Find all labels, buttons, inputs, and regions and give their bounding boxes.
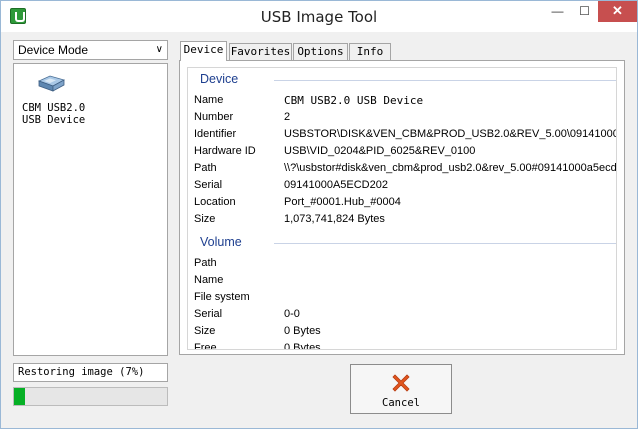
usb-drive-icon: [37, 75, 66, 92]
volume-path-label: Path: [194, 257, 217, 269]
device-list[interactable]: CBM USB2.0 USB Device: [13, 63, 168, 356]
tab-options[interactable]: Options: [293, 43, 348, 60]
device-hardware-id-label: Hardware ID: [194, 145, 256, 157]
device-name-label: Name: [194, 94, 224, 106]
title-bar[interactable]: USB Image Tool — ☐ ✕: [1, 1, 637, 32]
device-size-value: 1,073,741,824 Bytes: [284, 213, 385, 225]
chevron-down-icon: ∨: [155, 44, 163, 55]
close-button[interactable]: ✕: [598, 1, 637, 22]
tab-info[interactable]: Info: [349, 43, 391, 60]
volume-size-label: Size: [194, 325, 216, 337]
device-path-label: Path: [194, 162, 217, 174]
volume-serial-value: 0-0: [284, 308, 300, 320]
details-scroll-area[interactable]: Device Name CBM USB2.0 USB Device Number…: [187, 67, 617, 350]
cancel-button[interactable]: Cancel: [350, 364, 452, 414]
device-size-label: Size: [194, 213, 216, 225]
device-serial-value: 09141000A5ECD202: [284, 179, 388, 191]
device-number-label: Number: [194, 111, 234, 123]
volume-free-value: 0 Bytes: [284, 342, 321, 350]
status-text: Restoring image (7%): [13, 363, 168, 382]
cancel-button-label: Cancel: [382, 397, 420, 409]
mode-select-value: Device Mode: [18, 43, 89, 57]
device-hardware-id-value: USB\VID_0204&PID_6025&REV_0100: [284, 145, 476, 157]
progress-fill: [14, 388, 25, 405]
device-number-value: 2: [284, 111, 291, 123]
minimize-button[interactable]: —: [544, 1, 571, 22]
volume-name-label: Name: [194, 274, 224, 286]
tab-device[interactable]: Device: [180, 41, 227, 61]
volume-size-value: 0 Bytes: [284, 325, 321, 337]
volume-free-label: Free: [194, 342, 217, 350]
app-window: USB Image Tool — ☐ ✕ Device Mode ∨ CBM U…: [0, 0, 638, 429]
device-location-label: Location: [194, 196, 236, 208]
tab-favorites[interactable]: Favorites: [229, 43, 292, 60]
section-divider: [274, 243, 616, 244]
device-location-value: Port_#0001.Hub_#0004: [284, 196, 401, 208]
volume-file-system-label: File system: [194, 291, 250, 303]
device-identifier-value: USBSTOR\DISK&VEN_CBM&PROD_USB2.0&REV_5.0…: [284, 128, 617, 140]
section-divider: [274, 80, 616, 81]
cancel-x-icon: [392, 374, 410, 392]
window-title: USB Image Tool: [260, 8, 378, 26]
device-label: CBM USB2.0 USB Device: [22, 102, 86, 126]
device-identifier-label: Identifier: [194, 128, 237, 140]
device-serial-label: Serial: [194, 179, 223, 191]
volume-section-title: Volume: [200, 235, 242, 249]
maximize-button[interactable]: ☐: [571, 1, 598, 22]
device-path-value: \\?\usbstor#disk&ven_cbm&prod_usb2.0&rev…: [284, 162, 617, 174]
volume-serial-label: Serial: [194, 308, 223, 320]
progress-bar: [13, 387, 168, 406]
mode-select[interactable]: Device Mode ∨: [13, 40, 168, 60]
device-tab-panel: Device Name CBM USB2.0 USB Device Number…: [179, 60, 625, 355]
device-name-value: CBM USB2.0 USB Device: [284, 94, 424, 107]
device-section-title: Device: [200, 72, 239, 86]
